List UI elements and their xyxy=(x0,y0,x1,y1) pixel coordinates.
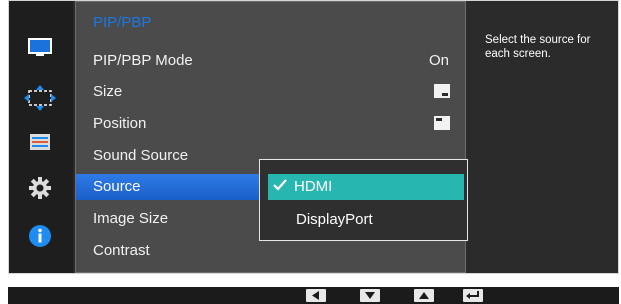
osd-window: PIP/PBP PIP/PBP Mode On Size Position So… xyxy=(8,0,619,274)
menu-item-label: Size xyxy=(93,83,123,100)
up-arrow-icon[interactable] xyxy=(414,289,434,302)
menu-item-label: Image Size xyxy=(93,210,169,227)
menu-item-label: Sound Source xyxy=(93,147,189,164)
checkmark-icon xyxy=(272,177,288,193)
position-icon xyxy=(434,116,450,130)
down-arrow-icon[interactable] xyxy=(360,289,380,302)
menu-item-label: Source xyxy=(93,178,141,195)
menu-item-contrast[interactable]: Contrast xyxy=(76,238,465,264)
onscreen-display-icon[interactable] xyxy=(23,129,57,155)
dropdown-option-label: DisplayPort xyxy=(296,211,373,228)
menu-title: PIP/PBP xyxy=(93,14,152,31)
menu-item-pip-pbp-mode[interactable]: PIP/PBP Mode On xyxy=(76,48,465,74)
navigation-bar xyxy=(8,287,619,304)
menu-item-position[interactable]: Position xyxy=(76,111,465,137)
left-arrow-icon[interactable] xyxy=(306,289,326,302)
menu-item-value: On xyxy=(428,52,449,69)
sidebar xyxy=(9,1,73,273)
info-icon[interactable] xyxy=(23,223,57,249)
menu-item-label: PIP/PBP Mode xyxy=(93,52,193,69)
help-text: Select the source for each screen. xyxy=(485,34,591,60)
position-adjust-icon[interactable] xyxy=(23,85,57,111)
dropdown-option-displayport[interactable]: DisplayPort xyxy=(268,207,464,233)
menu-item-label: Contrast xyxy=(93,242,150,259)
menu-item-source[interactable]: Source xyxy=(76,174,262,200)
picture-icon[interactable] xyxy=(23,35,57,61)
source-dropdown: HDMI DisplayPort xyxy=(259,159,468,241)
dropdown-option-hdmi[interactable]: HDMI xyxy=(268,174,464,200)
dropdown-option-label: HDMI xyxy=(294,178,333,195)
enter-icon[interactable] xyxy=(463,289,483,302)
menu-item-label: Position xyxy=(93,115,147,132)
size-icon xyxy=(434,84,450,98)
settings-gear-icon[interactable] xyxy=(23,175,57,201)
menu-item-size[interactable]: Size xyxy=(76,79,465,105)
